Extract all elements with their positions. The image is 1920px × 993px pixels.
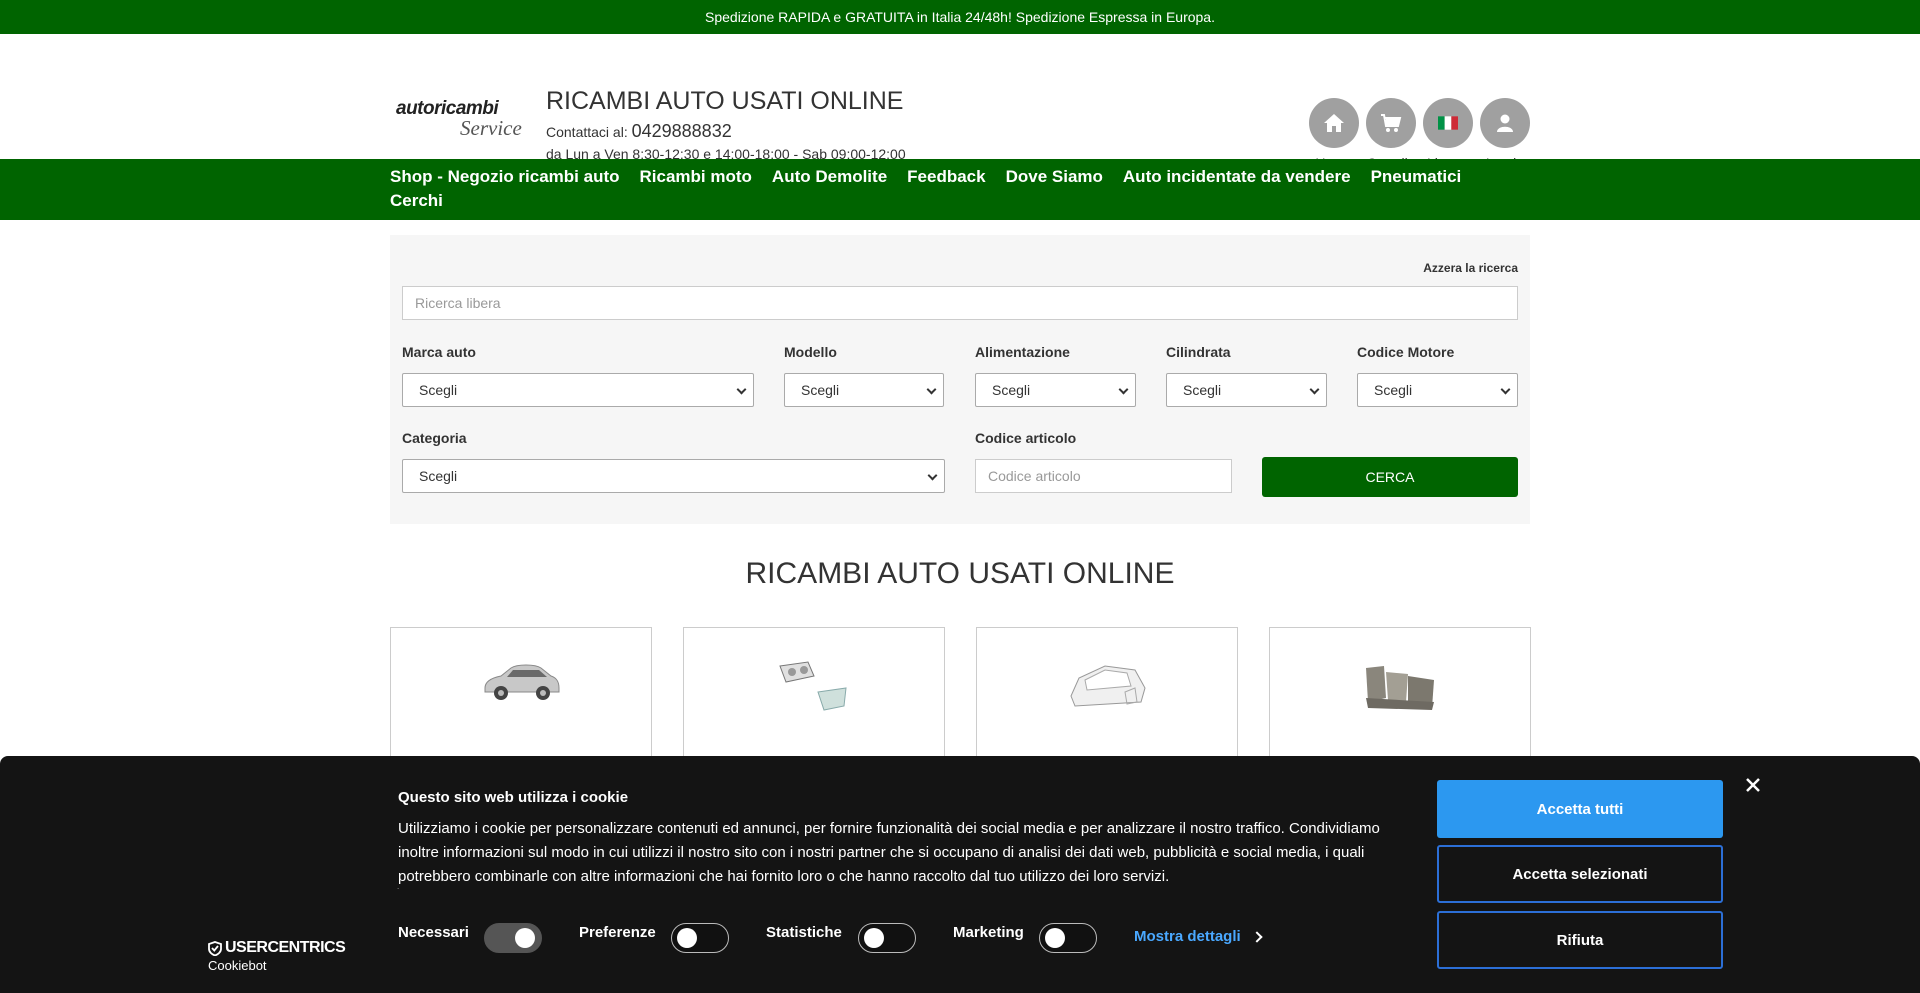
- cookie-consent-banner: USERCENTRICS Cookiebot Questo sito web u…: [0, 756, 1920, 993]
- shield-icon: [208, 940, 222, 956]
- toggle-knob: [864, 928, 884, 948]
- cookiebot-brand: Cookiebot: [208, 958, 267, 973]
- engine-code-label: Codice Motore: [1357, 344, 1455, 360]
- nav-scrapped-cars[interactable]: Auto Demolite: [772, 167, 887, 187]
- category-card-body-parts[interactable]: [683, 627, 945, 767]
- engine-code-select[interactable]: Scegli: [1357, 373, 1518, 407]
- fuel-label: Alimentazione: [975, 344, 1070, 360]
- category-label: Categoria: [402, 430, 467, 446]
- phone-number[interactable]: 0429888832: [632, 121, 732, 141]
- cookie-title: Questo sito web utilizza i cookie: [398, 789, 629, 806]
- toggle-knob: [677, 928, 697, 948]
- nav-feedback[interactable]: Feedback: [907, 167, 985, 187]
- shipping-banner-text: Spedizione RAPIDA e GRATUITA in Italia 2…: [705, 9, 1215, 25]
- nav-damaged-cars[interactable]: Auto incidentate da vendere: [1123, 167, 1351, 187]
- item-code-label: Codice articolo: [975, 430, 1077, 446]
- nav-shop[interactable]: Shop - Negozio ricambi auto: [390, 167, 620, 187]
- car-image: [484, 664, 560, 700]
- nav-moto-parts[interactable]: Ricambi moto: [640, 167, 752, 187]
- site-logo[interactable]: autoricambi Service: [390, 94, 535, 144]
- home-icon: [1309, 98, 1359, 148]
- toggle-knob: [1045, 928, 1065, 948]
- marketing-toggle[interactable]: [1039, 923, 1097, 953]
- item-code-input[interactable]: Codice articolo: [975, 459, 1232, 493]
- category-select-value: Scegli: [419, 468, 458, 484]
- main-navigation: Shop - Negozio ricambi auto Ricambi moto…: [0, 159, 1920, 220]
- category-card-interior[interactable]: [1269, 627, 1531, 767]
- user-icon: [1480, 98, 1530, 148]
- car-body-image: [1070, 665, 1146, 707]
- chevron-down-icon: [1500, 384, 1511, 395]
- usercentrics-brand: USERCENTRICS: [225, 939, 346, 956]
- model-label: Modello: [784, 344, 837, 360]
- site-title: RICAMBI AUTO USATI ONLINE: [546, 87, 904, 115]
- chevron-down-icon: [736, 384, 747, 395]
- category-select[interactable]: Scegli: [402, 459, 945, 493]
- statistics-toggle[interactable]: [858, 923, 916, 953]
- nav-rims[interactable]: Cerchi: [390, 191, 443, 211]
- cookie-separator: .: [397, 882, 400, 891]
- nav-location[interactable]: Dove Siamo: [1006, 167, 1103, 187]
- show-details-link[interactable]: Mostra dettagli: [1134, 928, 1263, 945]
- fuel-select[interactable]: Scegli: [975, 373, 1136, 407]
- brand-select-value: Scegli: [419, 382, 458, 398]
- parts-search-form: Azzera la ricerca Ricerca libera Marca a…: [390, 235, 1530, 524]
- chevron-down-icon: [1309, 384, 1320, 395]
- preferences-toggle[interactable]: [671, 923, 729, 953]
- marketing-label: Marketing: [953, 924, 1024, 941]
- displacement-select-value: Scegli: [1183, 382, 1222, 398]
- reject-button[interactable]: Rifiuta: [1437, 911, 1723, 969]
- accept-all-button[interactable]: Accetta tutti: [1437, 780, 1723, 838]
- chevron-down-icon: [926, 384, 937, 395]
- model-select-value: Scegli: [801, 382, 840, 398]
- brand-select[interactable]: Scegli: [402, 373, 754, 407]
- engine-code-select-value: Scegli: [1374, 382, 1413, 398]
- fuel-select-value: Scegli: [992, 382, 1031, 398]
- search-button[interactable]: CERCA: [1262, 457, 1518, 497]
- shipping-banner: Spedizione RAPIDA e GRATUITA in Italia 2…: [0, 0, 1920, 34]
- necessary-label: Necessari: [398, 924, 469, 941]
- statistics-label: Statistiche: [766, 924, 842, 941]
- toggle-knob: [515, 928, 535, 948]
- accept-selected-button[interactable]: Accetta selezionati: [1437, 845, 1723, 903]
- section-title: RICAMBI AUTO USATI ONLINE: [745, 557, 1175, 590]
- reset-search-link[interactable]: Azzera la ricerca: [1423, 261, 1518, 275]
- necessary-toggle[interactable]: [484, 923, 542, 953]
- preferences-label: Preferenze: [579, 924, 656, 941]
- site-header: autoricambi Service RICAMBI AUTO USATI O…: [0, 34, 1920, 178]
- usercentrics-logo: USERCENTRICS Cookiebot: [208, 939, 346, 973]
- brand-label: Marca auto: [402, 344, 476, 360]
- cookie-description: Utilizziamo i cookie per personalizzare …: [398, 820, 1380, 885]
- headlight-image: [779, 661, 847, 711]
- model-select[interactable]: Scegli: [784, 373, 944, 407]
- italian-flag-icon: [1423, 98, 1473, 148]
- contact-label: Contattaci al:: [546, 124, 632, 140]
- cart-icon: [1366, 98, 1416, 148]
- free-search-input[interactable]: Ricerca libera: [402, 286, 1518, 320]
- contact-line: Contattaci al: 0429888832: [546, 121, 732, 142]
- logo-text-secondary: Service: [460, 116, 522, 140]
- chevron-right-icon: [1251, 930, 1263, 943]
- category-card-car[interactable]: [390, 627, 652, 767]
- displacement-select[interactable]: Scegli: [1166, 373, 1327, 407]
- chevron-down-icon: [927, 470, 938, 481]
- close-icon[interactable]: [1744, 776, 1762, 794]
- car-seats-image: [1366, 666, 1434, 710]
- chevron-down-icon: [1118, 384, 1129, 395]
- show-details-label: Mostra dettagli: [1134, 928, 1241, 945]
- nav-tires[interactable]: Pneumatici: [1371, 167, 1462, 187]
- category-card-body-shell[interactable]: [976, 627, 1238, 767]
- displacement-label: Cilindrata: [1166, 344, 1231, 360]
